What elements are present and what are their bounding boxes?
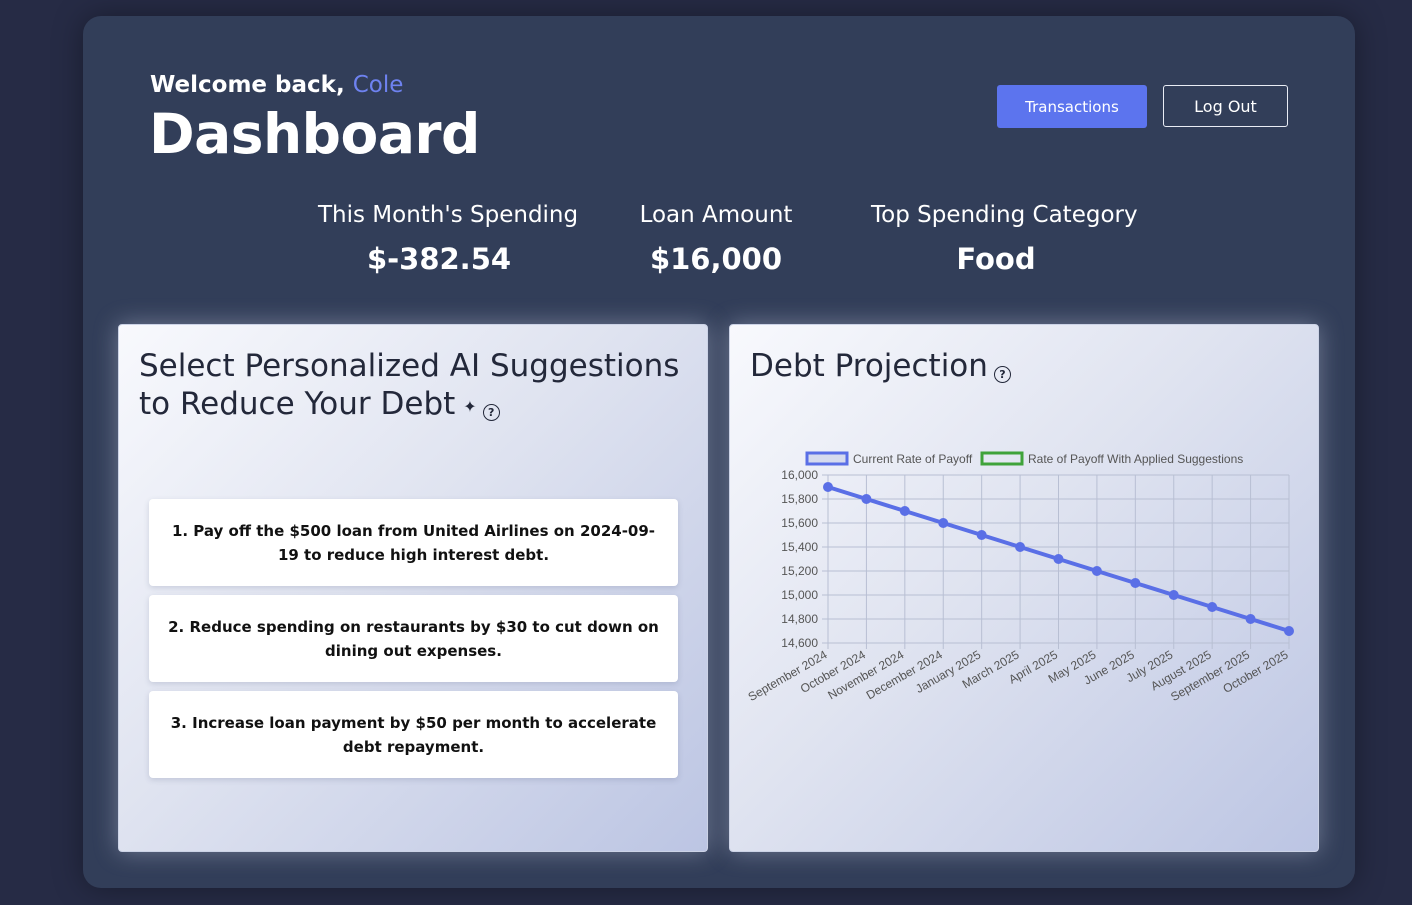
stat-monthly-spending: This Month's Spending $-382.54 [318,202,579,276]
legend-swatch-current [805,451,849,466]
data-point [976,530,987,540]
data-point [1130,578,1141,588]
welcome-message: Welcome back, Cole [150,72,403,98]
username: Cole [352,72,404,98]
data-point [938,518,949,528]
suggestion-item[interactable]: 1. Pay off the $500 loan from United Air… [149,499,678,586]
suggestions-card: Select Personalized AI Suggestions to Re… [118,324,708,852]
y-tick-label: 15,600 [781,516,818,530]
data-point [1168,590,1179,600]
suggestions-title-line2-row: to Reduce Your Debt ✦? [139,385,679,426]
data-point [1284,626,1294,636]
debt-projection-chart: 16,000 15,800 15,600 15,400 15,200 15,000 14,8… [746,451,1294,704]
data-point [1091,566,1102,576]
welcome-prefix: Welcome back, [150,72,345,98]
data-point [823,482,833,492]
y-tick-label: 16,000 [781,468,818,482]
data-point [899,506,910,516]
stat-top-category: Top Spending Category Food [871,202,1138,276]
stat-value: Food [956,242,1036,276]
help-icon[interactable]: ? [482,404,500,421]
suggestions-title: Select Personalized AI Suggestions to Re… [139,347,679,426]
legend-swatch-suggested [980,451,1024,466]
y-tick-label: 15,800 [781,492,818,506]
sparkle-icon: ✦ [463,397,477,416]
data-point [1245,614,1256,624]
legend-label-current: Current Rate of Payoff [853,452,973,466]
transactions-button[interactable]: Transactions [997,85,1147,128]
y-tick-label: 15,200 [781,564,818,578]
dashboard-panel: Welcome back, Cole Dashboard Transaction… [83,16,1355,888]
y-tick-label: 15,400 [781,540,818,554]
data-point [1015,542,1026,552]
stat-label: This Month's Spending [318,202,579,228]
legend-label-suggested: Rate of Payoff With Applied Suggestions [1028,452,1243,466]
stat-loan-amount: Loan Amount $16,000 [639,202,793,276]
y-tick-label: 14,600 [781,636,818,650]
debt-projection-card: Debt Projection? 16,000 15,800 15,600 15,40… [729,324,1319,852]
suggestion-item[interactable]: 2. Reduce spending on restaurants by $30… [149,595,678,682]
stat-label: Loan Amount [639,202,793,228]
y-tick-label: 14,800 [781,612,818,626]
stat-value: $16,000 [649,242,783,276]
suggestion-item[interactable]: 3. Increase loan payment by $50 per mont… [149,691,678,778]
stat-label: Top Spending Category [871,202,1138,228]
page-title: Dashboard [149,102,480,166]
data-point [1053,554,1064,564]
suggestions-title-line2: to Reduce Your Debt [139,386,456,422]
data-point [1207,602,1218,612]
data-point [861,494,872,504]
suggestions-title-line1: Select Personalized AI Suggestions [139,348,680,384]
logout-button[interactable]: Log Out [1163,85,1288,127]
y-tick-label: 15,000 [781,588,818,602]
stat-value: $-382.54 [366,242,512,276]
